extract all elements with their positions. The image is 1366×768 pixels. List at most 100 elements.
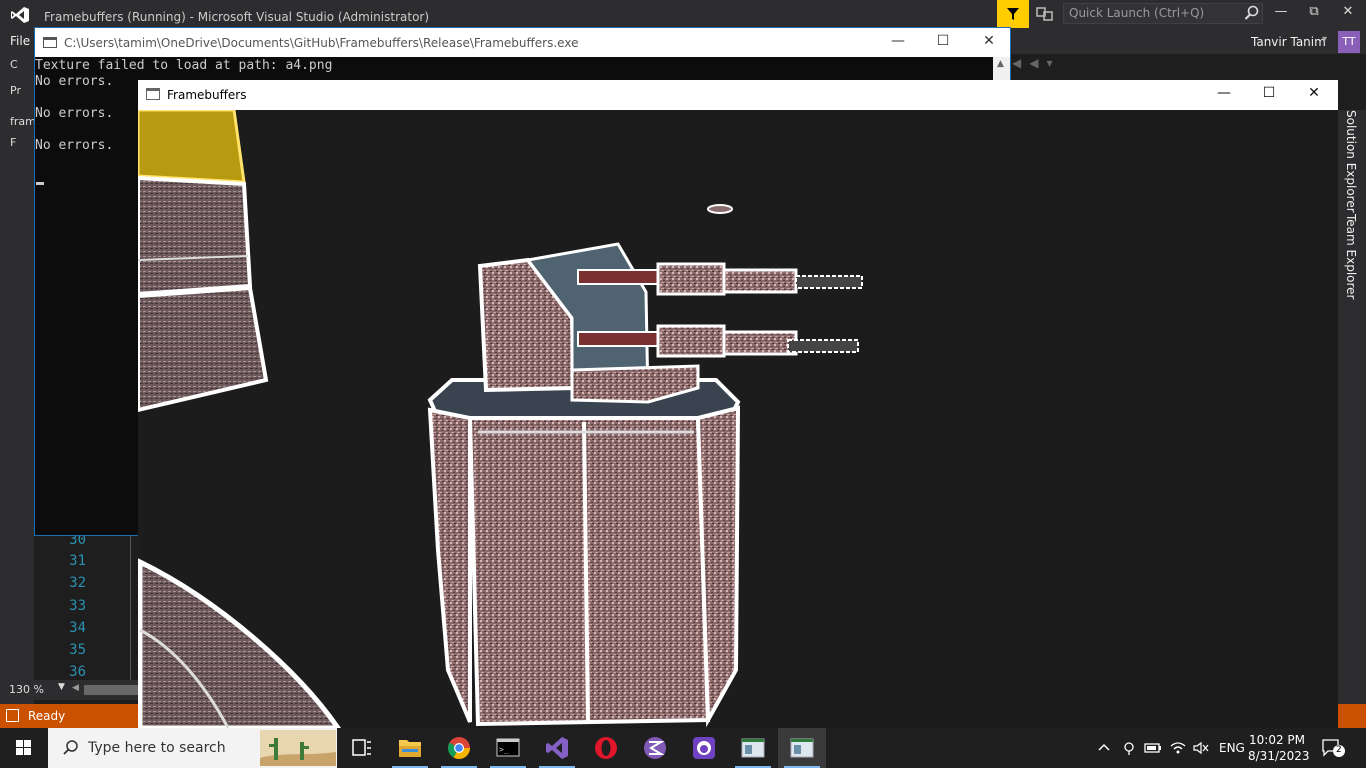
visual-studio-icon	[546, 737, 568, 759]
volume-muted-icon[interactable]	[1192, 740, 1210, 756]
vs-close-button[interactable]: ✕	[1336, 4, 1360, 24]
clock-time: 10:02 PM	[1249, 733, 1305, 747]
vs-title-bar: Framebuffers (Running) - Microsoft Visua…	[0, 0, 1366, 30]
battery-icon[interactable]	[1144, 740, 1162, 756]
taskbar-search-box[interactable]: Type here to search	[48, 728, 337, 768]
zoom-level[interactable]: 130 %	[9, 683, 44, 696]
taskbar-terminal[interactable]: >_	[484, 728, 532, 768]
visual-studio-logo-icon	[11, 7, 29, 23]
vs-left-panel: C Pr fram F	[0, 54, 36, 704]
fb-maximize-button[interactable]: ☐	[1255, 85, 1283, 105]
console-line: Texture failed to load at path: a4.png	[35, 58, 333, 73]
taskbar-opera[interactable]	[582, 728, 630, 768]
left-structure	[138, 110, 269, 413]
webcam-icon[interactable]	[1121, 740, 1137, 756]
editor-margin	[130, 536, 131, 680]
task-view-icon[interactable]	[338, 728, 386, 768]
filter-icon	[1007, 8, 1019, 20]
horizontal-scrollbar[interactable]	[84, 685, 138, 695]
notification-center-button[interactable]: 2	[1322, 738, 1346, 758]
app-window-icon	[790, 738, 814, 758]
emacs-icon	[644, 737, 666, 759]
terminal-icon: >_	[496, 738, 520, 757]
render-viewport[interactable]	[138, 110, 1338, 728]
notification-icon	[1322, 739, 1345, 757]
console-title-bar[interactable]: C:\Users\tamim\OneDrive\Documents\GitHub…	[35, 28, 1010, 57]
framebuffers-title-bar[interactable]: Framebuffers — ☐ ✕	[138, 80, 1338, 110]
line-number: 35	[69, 642, 86, 658]
status-text: Ready	[28, 709, 66, 723]
console-line: No errors.	[35, 74, 114, 89]
scroll-left-icon[interactable]: ◀	[72, 683, 79, 693]
left-strip-item[interactable]: F	[10, 136, 16, 149]
console-scrollbar[interactable]: ▲	[993, 57, 1010, 82]
vs-minimize-button[interactable]: —	[1269, 4, 1293, 24]
rendered-scene	[138, 110, 863, 728]
console-cursor	[36, 182, 44, 185]
scroll-up-icon[interactable]: ▲	[997, 59, 1004, 69]
desert-cactus-icon	[260, 730, 336, 766]
turret-pedestal	[427, 378, 741, 728]
line-number: 33	[69, 598, 86, 614]
tab-team-explorer[interactable]: Team Explorer	[1344, 214, 1358, 300]
console-line: No errors.	[35, 106, 114, 121]
clock-date: 8/31/2023	[1248, 749, 1310, 763]
app-window-icon	[146, 88, 160, 100]
notification-count: 2	[1336, 745, 1342, 755]
window-title: Framebuffers (Running) - Microsoft Visua…	[44, 10, 430, 24]
console-close-button[interactable]: ✕	[975, 33, 1003, 53]
console-minimize-button[interactable]: —	[884, 33, 912, 53]
taskbar-github-desktop[interactable]	[680, 728, 728, 768]
framebuffers-window[interactable]: Framebuffers — ☐ ✕	[138, 80, 1338, 728]
taskbar-app-window-1[interactable]	[729, 728, 777, 768]
search-icon[interactable]	[1244, 5, 1260, 21]
quick-launch-input[interactable]: Quick Launch (Ctrl+Q)	[1063, 3, 1263, 24]
taskbar-app-window-2[interactable]	[778, 728, 826, 768]
chrome-icon	[448, 737, 470, 759]
line-number: 32	[69, 575, 86, 591]
console-path: C:\Users\tamim\OneDrive\Documents\GitHub…	[64, 36, 579, 50]
framebuffers-title: Framebuffers	[167, 88, 247, 102]
vs-restore-button[interactable]: ⧉	[1302, 4, 1326, 24]
notification-filter-button[interactable]	[997, 0, 1029, 28]
menu-file[interactable]: File	[10, 34, 30, 48]
chevron-down-icon[interactable]: ▾	[1322, 34, 1327, 45]
bottom-left-object	[138, 558, 342, 728]
taskbar: Type here to search >_ ENG 10:02 PM 8/31…	[0, 728, 1366, 768]
line-number: 31	[69, 553, 86, 569]
taskbar-emacs[interactable]	[631, 728, 679, 768]
tab-solution-explorer[interactable]: Solution Explorer	[1344, 110, 1358, 213]
left-strip-tab[interactable]: fram	[10, 115, 36, 128]
taskbar-file-explorer[interactable]	[386, 728, 434, 768]
feedback-icon[interactable]	[1034, 4, 1056, 24]
taskbar-chrome[interactable]	[435, 728, 483, 768]
search-icon	[63, 740, 78, 755]
console-app-icon	[43, 37, 57, 48]
search-placeholder: Type here to search	[88, 740, 226, 756]
console-line: No errors.	[35, 138, 114, 153]
taskbar-visual-studio[interactable]	[533, 728, 581, 768]
vs-right-panel: Solution Explorer Team Explorer	[1338, 110, 1366, 704]
windows-start-icon[interactable]	[0, 728, 48, 768]
wifi-icon[interactable]	[1169, 740, 1187, 756]
left-strip-item[interactable]: C	[10, 58, 18, 71]
console-maximize-button[interactable]: ☐	[929, 33, 957, 53]
status-icon	[6, 709, 19, 722]
fb-close-button[interactable]: ✕	[1300, 85, 1328, 105]
app-window-icon	[741, 738, 765, 758]
zoom-bar: 130 % ▼ ◀	[0, 680, 138, 700]
opera-icon	[595, 737, 617, 759]
clock[interactable]: 10:02 PM 8/31/2023	[1248, 732, 1310, 764]
code-editor[interactable]: 30 31 32 33 34 35 36	[34, 532, 138, 680]
avatar[interactable]: TT	[1338, 31, 1360, 53]
svg-text:>_: >_	[499, 745, 509, 754]
left-strip-item[interactable]: Pr	[10, 84, 21, 97]
language-indicator[interactable]: ENG	[1219, 741, 1245, 755]
user-name[interactable]: Tanvir Tanim	[1251, 35, 1326, 49]
line-number: 36	[69, 664, 86, 680]
folder-icon	[399, 740, 421, 757]
chevron-up-icon[interactable]	[1096, 740, 1112, 756]
distant-object	[707, 204, 733, 214]
fb-minimize-button[interactable]: —	[1210, 85, 1238, 105]
chevron-down-icon[interactable]: ▼	[58, 682, 65, 692]
